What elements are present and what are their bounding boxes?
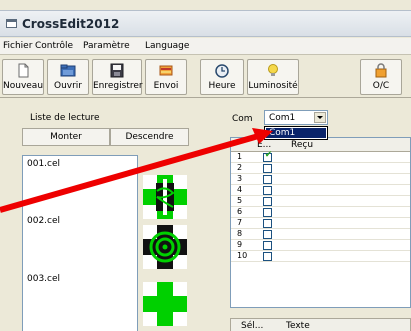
table-row[interactable]: 3 <box>231 174 410 185</box>
checkmark-icon: ✔ <box>264 150 273 160</box>
com-dropdown-button[interactable] <box>314 112 326 123</box>
brightness-button-label: Luminosité <box>248 81 298 91</box>
menu-parametre[interactable]: Paramètre <box>83 41 130 51</box>
open-button[interactable]: Ouvrir <box>47 59 89 95</box>
row-checkbox[interactable] <box>263 208 272 217</box>
com-port-value: Com1 <box>269 113 296 123</box>
menu-bar: Fichier Contrôle Paramètre Language <box>0 38 411 55</box>
move-up-button[interactable]: Monter <box>22 128 110 146</box>
new-document-icon <box>18 63 29 78</box>
grid-header: E... Reçu <box>231 138 410 152</box>
row-number: 8 <box>237 229 243 238</box>
new-button[interactable]: Nouveau <box>2 59 44 95</box>
playlist-file[interactable]: 001.cel <box>27 159 60 169</box>
table-row[interactable]: 1 ✔ <box>231 150 410 163</box>
row-checkbox[interactable] <box>263 197 272 206</box>
row-checkbox[interactable]: ✔ <box>263 150 273 162</box>
playlist-box[interactable]: 001.cel 002.cel 003.cel <box>22 155 138 331</box>
row-checkbox[interactable] <box>263 175 272 184</box>
text-grid-col-select[interactable]: Sél... <box>241 321 263 331</box>
playlist-file[interactable]: 003.cel <box>27 274 60 284</box>
clock-button-label: Heure <box>208 81 236 91</box>
save-floppy-icon <box>110 63 124 78</box>
grid-col-received[interactable]: Reçu <box>291 140 313 150</box>
send-button[interactable]: Envoi <box>145 59 187 95</box>
row-number: 7 <box>237 218 243 227</box>
title-bar: CrossEdit2012 <box>0 10 411 37</box>
com-dropdown-list[interactable]: Com1 <box>264 126 328 140</box>
move-down-button[interactable]: Descendre <box>110 128 189 146</box>
send-button-label: Envoi <box>153 81 179 91</box>
menu-fichier[interactable]: Fichier <box>3 41 32 51</box>
row-number: 9 <box>237 240 243 249</box>
row-number: 6 <box>237 207 243 216</box>
playlist-file[interactable]: 002.cel <box>27 216 60 226</box>
send-icon <box>159 65 173 76</box>
row-checkbox[interactable] <box>263 164 272 173</box>
row-number: 10 <box>237 251 248 260</box>
save-button-label: Enregistrer <box>93 81 143 91</box>
table-row[interactable]: 4 <box>231 185 410 196</box>
row-checkbox[interactable] <box>263 252 272 261</box>
row-checkbox[interactable] <box>263 186 272 195</box>
brightness-button[interactable]: Luminosité <box>247 59 299 95</box>
chevron-down-icon <box>317 116 323 119</box>
app-icon <box>6 19 17 28</box>
toolbar: Nouveau Ouvrir Enregistrer Envoi Heure L… <box>0 56 411 98</box>
window-title: CrossEdit2012 <box>22 17 120 31</box>
pharmacy-cross-rings-preview <box>143 225 187 269</box>
app-window: CrossEdit2012 Fichier Contrôle Paramètre… <box>0 0 411 331</box>
open-close-button[interactable]: O/C <box>360 59 402 95</box>
table-row[interactable]: 2 <box>231 163 410 174</box>
row-checkbox[interactable] <box>263 230 272 239</box>
row-number: 1 <box>237 152 243 161</box>
text-grid-header: Sél... Texte <box>230 318 411 331</box>
open-folder-icon <box>60 64 76 77</box>
table-row[interactable]: 10 <box>231 251 410 262</box>
new-button-label: Nouveau <box>3 81 44 91</box>
clock-button[interactable]: Heure <box>200 59 244 95</box>
lightbulb-icon <box>268 64 278 76</box>
table-row[interactable]: 7 <box>231 218 410 229</box>
row-number: 5 <box>237 196 243 205</box>
open-close-button-label: O/C <box>372 81 390 91</box>
grid-col-enabled[interactable]: E... <box>257 140 271 150</box>
clock-icon <box>215 64 229 78</box>
open-button-label: Ouvrir <box>53 81 82 91</box>
row-checkbox[interactable] <box>263 241 272 250</box>
com-port-select[interactable]: Com1 <box>264 110 328 125</box>
pharmacy-cross-solid-preview <box>143 282 187 326</box>
menu-language[interactable]: Language <box>145 41 189 51</box>
row-number: 3 <box>237 174 243 183</box>
lock-icon <box>375 63 387 78</box>
table-row[interactable]: 8 <box>231 229 410 240</box>
table-row[interactable]: 5 <box>231 196 410 207</box>
text-grid-col-text[interactable]: Texte <box>286 321 310 331</box>
pharmacy-cross-caduceus-preview <box>143 175 187 219</box>
save-button[interactable]: Enregistrer <box>92 59 143 95</box>
row-number: 4 <box>237 185 243 194</box>
channel-grid[interactable]: E... Reçu 1 ✔ 2 3 4 5 6 7 8 9 10 <box>230 137 411 308</box>
com-option[interactable]: Com1 <box>266 128 326 138</box>
com-label: Com <box>232 114 253 124</box>
row-checkbox[interactable] <box>263 219 272 228</box>
menu-controle[interactable]: Contrôle <box>35 41 73 51</box>
table-row[interactable]: 9 <box>231 240 410 251</box>
row-number: 2 <box>237 163 243 172</box>
playlist-label: Liste de lecture <box>30 113 100 123</box>
table-row[interactable]: 6 <box>231 207 410 218</box>
